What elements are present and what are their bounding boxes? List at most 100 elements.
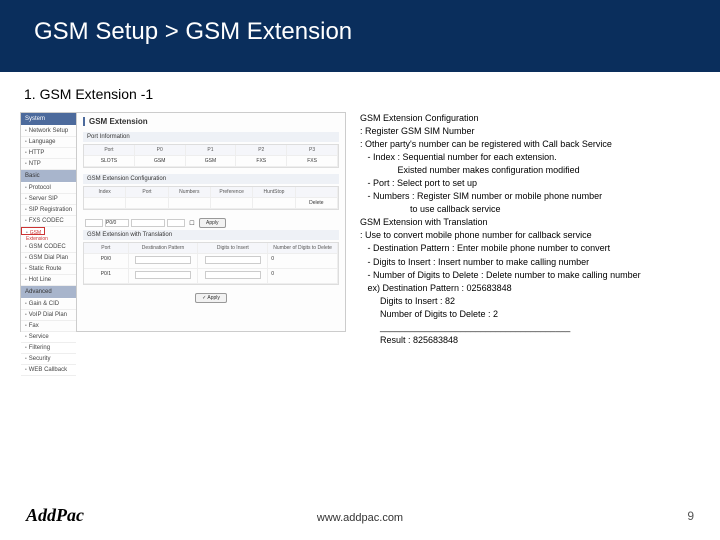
td <box>129 254 199 269</box>
port-table: Port P0 P1 P2 P3 SLOTS GSM GSM FXS FXS <box>83 144 339 168</box>
text-line: - Destination Pattern : Enter mobile pho… <box>360 242 710 255</box>
apply-button: ✓ Apply <box>195 293 227 303</box>
text-line: Existed number makes configuration modif… <box>360 164 710 177</box>
td: GSM <box>186 156 237 167</box>
td <box>169 198 211 209</box>
td <box>253 198 295 209</box>
sidebar-item: Server SIP <box>21 194 76 205</box>
th: HuntStop <box>253 187 295 198</box>
td: P0/1 <box>84 269 129 284</box>
section-heading: 1. GSM Extension -1 <box>0 72 720 112</box>
text-line: - Index : Sequential number for each ext… <box>360 151 710 164</box>
th <box>296 187 338 198</box>
ext-table: Index Port Numbers Preference HuntStop D… <box>83 186 339 210</box>
digits-input <box>205 271 262 279</box>
sidebar-item: Language <box>21 137 76 148</box>
numbers-input <box>131 219 165 227</box>
th: Digits to Insert <box>198 243 268 254</box>
sidebar-item: Protocol <box>21 183 76 194</box>
brand-logo: AddPac <box>26 505 84 526</box>
th: Destination Pattern <box>129 243 199 254</box>
text-line: ex) Destination Pattern : 025683848 <box>360 282 710 295</box>
shot-sidebar: System Network Setup Language HTTP NTP B… <box>21 113 77 331</box>
text-line: Number of Digits to Delete : 2 <box>360 308 710 321</box>
huntstop-check: ☐ <box>187 220 197 227</box>
screenshot-panel: System Network Setup Language HTTP NTP B… <box>20 112 346 332</box>
trans-table: Port Destination Pattern Digits to Inser… <box>83 242 339 285</box>
content-row: System Network Setup Language HTTP NTP B… <box>0 112 720 347</box>
th: Number of Digits to Delete <box>268 243 338 254</box>
text-line: ______________________________________ <box>360 321 710 334</box>
td <box>84 198 126 209</box>
sidebar-advanced-header: Advanced <box>21 286 76 299</box>
sidebar-item: Filtering <box>21 343 76 354</box>
text-line: - Digits to Insert : Insert number to ma… <box>360 256 710 269</box>
td: FXS <box>236 156 287 167</box>
footer-url: www.addpac.com <box>317 512 403 524</box>
th: P1 <box>186 145 237 156</box>
dest-input <box>135 271 192 279</box>
sidebar-item: Service <box>21 332 76 343</box>
text-line: - Numbers : Register SIM number or mobil… <box>360 190 710 203</box>
sidebar-basic-header: Basic <box>21 170 76 183</box>
text-line: : Use to convert mobile phone number for… <box>360 229 710 242</box>
sidebar-item: Network Setup <box>21 126 76 137</box>
text-line: - Port : Select port to set up <box>360 177 710 190</box>
th: Numbers <box>169 187 211 198</box>
delete-cell: Delete <box>296 198 338 209</box>
sidebar-item: Fax <box>21 321 76 332</box>
th: Port <box>84 243 129 254</box>
dest-input <box>135 256 192 264</box>
panel-title: GSM Extension <box>83 117 339 126</box>
pref-input <box>167 219 185 227</box>
slide-header: GSM Setup > GSM Extension <box>0 0 720 72</box>
th: Index <box>84 187 126 198</box>
td: 0 <box>268 254 338 269</box>
page-number: 9 <box>687 509 694 523</box>
th: P3 <box>287 145 338 156</box>
td: 0 <box>268 269 338 284</box>
sidebar-item: GSM CODEC <box>21 242 76 253</box>
sidebar-item: FXS CODEC <box>21 216 76 227</box>
ext-cfg-header: GSM Extension Configuration <box>83 174 339 184</box>
th: Preference <box>211 187 253 198</box>
port-select: P0/0 <box>105 219 129 227</box>
port-info-header: Port Information <box>83 132 339 142</box>
td: FXS <box>287 156 338 167</box>
th: P0 <box>135 145 186 156</box>
text-line: : Other party's number can be registered… <box>360 138 710 151</box>
text-line: GSM Extension Configuration <box>360 112 710 125</box>
td <box>126 198 168 209</box>
sidebar-item: VoIP Dial Plan <box>21 310 76 321</box>
ext-input-row: P0/0 ☐ Apply <box>83 216 339 230</box>
sidebar-item: Security <box>21 354 76 365</box>
td <box>211 198 253 209</box>
digits-input <box>205 256 262 264</box>
apply-label: Apply <box>207 295 220 301</box>
apply-row: ✓ Apply <box>83 291 339 305</box>
text-line: to use callback service <box>360 203 710 216</box>
th: Port <box>84 145 135 156</box>
ext-trans-header: GSM Extension with Translation <box>83 230 339 240</box>
td: GSM <box>135 156 186 167</box>
apply-button: Apply <box>199 218 226 228</box>
shot-main: GSM Extension Port Information Port P0 P… <box>77 113 345 331</box>
index-input <box>85 219 103 227</box>
th: P2 <box>236 145 287 156</box>
td: SLOTS <box>84 156 135 167</box>
td <box>129 269 199 284</box>
sidebar-item-selected: GSM Extension <box>21 227 45 235</box>
td <box>198 269 268 284</box>
text-line: - Number of Digits to Delete : Delete nu… <box>360 269 710 282</box>
sidebar-item: NTP <box>21 159 76 170</box>
sidebar-item: Static Route <box>21 264 76 275</box>
text-line: Digits to Insert : 82 <box>360 295 710 308</box>
td <box>198 254 268 269</box>
text-line: GSM Extension with Translation <box>360 216 710 229</box>
sidebar-item: HTTP <box>21 148 76 159</box>
sidebar-item: Gain & CID <box>21 299 76 310</box>
sidebar-item: WEB Callback <box>21 365 76 376</box>
text-line: Result : 825683848 <box>360 334 710 347</box>
text-line: : Register GSM SIM Number <box>360 125 710 138</box>
breadcrumb-title: GSM Setup > GSM Extension <box>34 18 720 46</box>
